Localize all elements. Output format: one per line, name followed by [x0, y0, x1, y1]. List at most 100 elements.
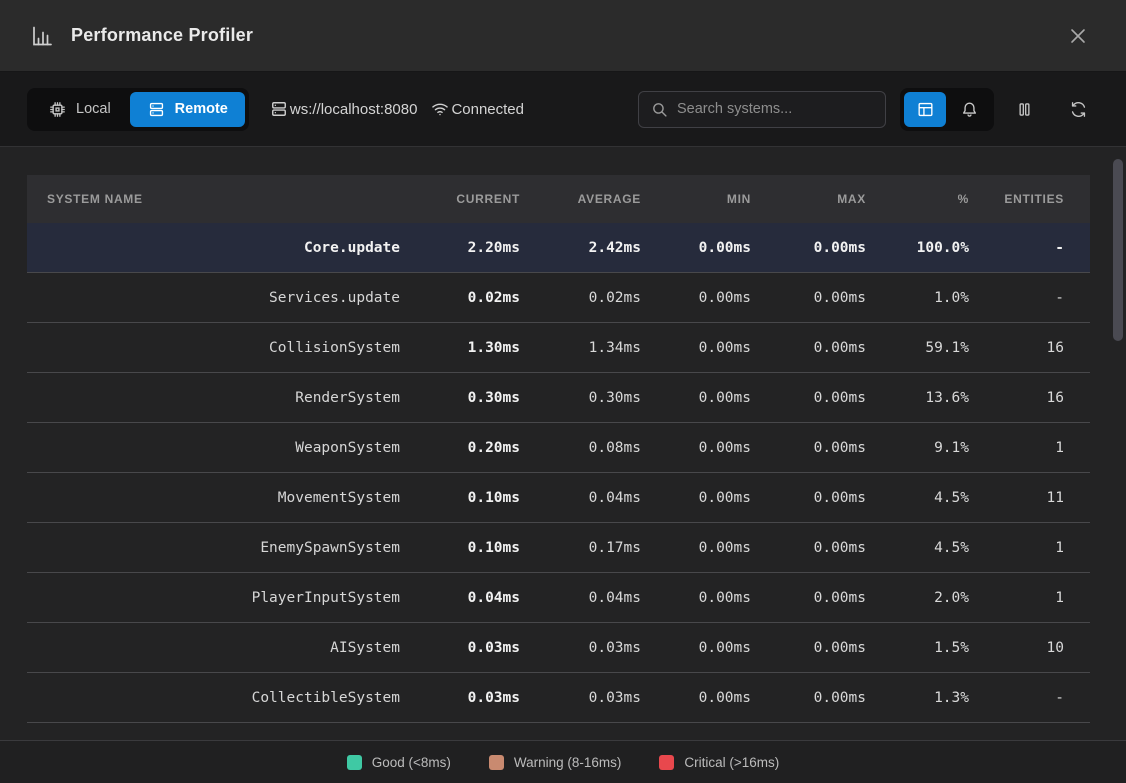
current-cell: 0.03ms: [400, 640, 520, 656]
vertical-scrollbar: [1113, 151, 1123, 736]
table-row[interactable]: PlayerInputSystem0.04ms0.04ms0.00ms0.00m…: [27, 573, 1090, 623]
local-button-label: Local: [76, 101, 111, 117]
column-header-percent[interactable]: %: [866, 192, 969, 206]
legend-bar: Good (<8ms) Warning (8-16ms) Critical (>…: [0, 740, 1126, 783]
column-header-current[interactable]: CURRENT: [400, 192, 520, 206]
close-icon[interactable]: [1064, 22, 1092, 50]
max-cell: 0.00ms: [751, 590, 866, 606]
max-cell: 0.00ms: [751, 390, 866, 406]
current-cell: 1.30ms: [400, 340, 520, 356]
system-name-cell: RenderSystem: [27, 390, 400, 406]
table-row[interactable]: Core.update2.20ms2.42ms0.00ms0.00ms100.0…: [27, 223, 1090, 273]
current-cell: 0.03ms: [400, 690, 520, 706]
system-name-cell: CollectibleSystem: [27, 690, 400, 706]
legend-item-good: Good (<8ms): [347, 755, 451, 770]
titlebar: Performance Profiler: [0, 0, 1126, 72]
max-cell: 0.00ms: [751, 540, 866, 556]
system-name-cell: MovementSystem: [27, 490, 400, 506]
percent-cell: 100.0%: [866, 240, 969, 256]
toolbar: Local Remote: [0, 72, 1126, 147]
system-name-cell: Services.update: [27, 290, 400, 306]
min-cell: 0.00ms: [641, 290, 751, 306]
percent-cell: 1.5%: [866, 640, 969, 656]
column-header-max[interactable]: MAX: [751, 192, 866, 206]
good-swatch: [347, 755, 362, 770]
min-cell: 0.00ms: [641, 390, 751, 406]
max-cell: 0.00ms: [751, 440, 866, 456]
system-name-cell: EnemySpawnSystem: [27, 540, 400, 556]
min-cell: 0.00ms: [641, 540, 751, 556]
entities-cell: 16: [969, 390, 1064, 406]
refresh-button[interactable]: [1060, 91, 1096, 127]
connection-status-label: Connected: [451, 101, 524, 118]
connection-status: Connected: [430, 99, 524, 119]
system-name-cell: CollisionSystem: [27, 340, 400, 356]
legend-warning-label: Warning (8-16ms): [514, 755, 622, 770]
view-toggle: [900, 88, 994, 131]
percent-cell: 1.0%: [866, 290, 969, 306]
current-cell: 0.10ms: [400, 490, 520, 506]
connection-info: ws://localhost:8080 Connected: [269, 99, 524, 119]
table-row[interactable]: CollectibleSystem0.03ms0.03ms0.00ms0.00m…: [27, 673, 1090, 723]
entities-cell: -: [969, 240, 1064, 256]
alerts-button[interactable]: [948, 92, 990, 127]
current-cell: 0.20ms: [400, 440, 520, 456]
entities-cell: 16: [969, 340, 1064, 356]
average-cell: 0.03ms: [520, 690, 641, 706]
legend-item-warning: Warning (8-16ms): [489, 755, 622, 770]
table-row[interactable]: MovementSystem0.10ms0.04ms0.00ms0.00ms4.…: [27, 473, 1090, 523]
wifi-icon: [430, 99, 450, 119]
systems-table: SYSTEM NAME CURRENT AVERAGE MIN MAX % EN…: [27, 175, 1090, 723]
table-row[interactable]: CollisionSystem1.30ms1.34ms0.00ms0.00ms5…: [27, 323, 1090, 373]
table-row[interactable]: AISystem0.03ms0.03ms0.00ms0.00ms1.5%10: [27, 623, 1090, 673]
scrollbar-thumb[interactable]: [1113, 159, 1123, 341]
column-header-min[interactable]: MIN: [641, 192, 751, 206]
bell-icon: [960, 100, 979, 119]
search-box: [638, 91, 886, 128]
legend-critical-label: Critical (>16ms): [684, 755, 779, 770]
warning-swatch: [489, 755, 504, 770]
main-content: SYSTEM NAME CURRENT AVERAGE MIN MAX % EN…: [0, 147, 1126, 740]
entities-cell: 1: [969, 440, 1064, 456]
entities-cell: -: [969, 690, 1064, 706]
average-cell: 0.08ms: [520, 440, 641, 456]
min-cell: 0.00ms: [641, 340, 751, 356]
min-cell: 0.00ms: [641, 440, 751, 456]
server-icon: [147, 100, 166, 119]
search-input[interactable]: [677, 101, 873, 117]
source-toggle: Local Remote: [27, 88, 249, 131]
bar-chart-icon: [30, 24, 54, 48]
legend-item-critical: Critical (>16ms): [659, 755, 779, 770]
current-cell: 0.04ms: [400, 590, 520, 606]
current-cell: 0.02ms: [400, 290, 520, 306]
column-header-system-name[interactable]: SYSTEM NAME: [27, 192, 400, 206]
table-row[interactable]: Services.update0.02ms0.02ms0.00ms0.00ms1…: [27, 273, 1090, 323]
current-cell: 0.10ms: [400, 540, 520, 556]
table-row[interactable]: EnemySpawnSystem0.10ms0.17ms0.00ms0.00ms…: [27, 523, 1090, 573]
table-body: Core.update2.20ms2.42ms0.00ms0.00ms100.0…: [27, 223, 1090, 723]
percent-cell: 9.1%: [866, 440, 969, 456]
local-button[interactable]: Local: [31, 92, 128, 127]
max-cell: 0.00ms: [751, 290, 866, 306]
entities-cell: 11: [969, 490, 1064, 506]
server-icon: [269, 99, 289, 119]
remote-button[interactable]: Remote: [130, 92, 245, 127]
min-cell: 0.00ms: [641, 490, 751, 506]
max-cell: 0.00ms: [751, 490, 866, 506]
pause-button[interactable]: [1006, 91, 1042, 127]
percent-cell: 59.1%: [866, 340, 969, 356]
average-cell: 0.02ms: [520, 290, 641, 306]
table-row[interactable]: WeaponSystem0.20ms0.08ms0.00ms0.00ms9.1%…: [27, 423, 1090, 473]
average-cell: 0.03ms: [520, 640, 641, 656]
entities-cell: 1: [969, 540, 1064, 556]
column-header-average[interactable]: AVERAGE: [520, 192, 641, 206]
entities-cell: 1: [969, 590, 1064, 606]
entities-cell: -: [969, 290, 1064, 306]
min-cell: 0.00ms: [641, 640, 751, 656]
table-view-button[interactable]: [904, 92, 946, 127]
max-cell: 0.00ms: [751, 340, 866, 356]
system-name-cell: PlayerInputSystem: [27, 590, 400, 606]
column-header-entities[interactable]: ENTITIES: [969, 192, 1064, 206]
table-row[interactable]: RenderSystem0.30ms0.30ms0.00ms0.00ms13.6…: [27, 373, 1090, 423]
percent-cell: 1.3%: [866, 690, 969, 706]
